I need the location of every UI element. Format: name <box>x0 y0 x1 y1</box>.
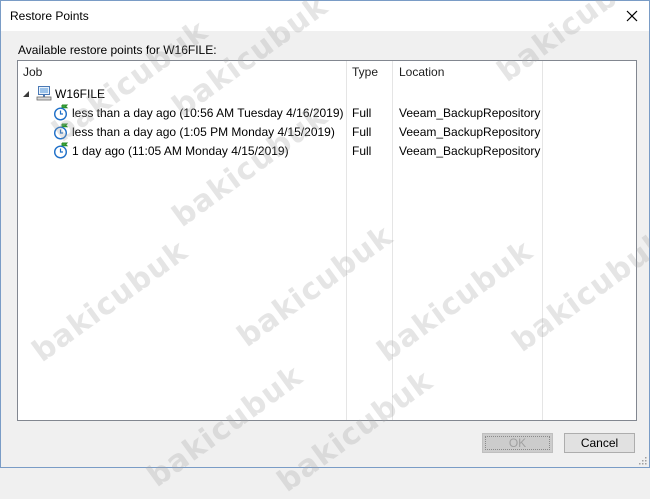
ok-button-label: OK <box>508 436 527 450</box>
grid-header: Job Type Location <box>18 61 636 83</box>
resize-grip-icon[interactable] <box>637 455 647 465</box>
restore-point-location: Veeam_BackupRepository <box>399 106 541 120</box>
restore-point-type: Full <box>352 125 372 139</box>
restore-point-type: Full <box>352 144 372 158</box>
restore-point-clock-icon <box>53 123 69 140</box>
close-icon <box>626 10 638 22</box>
restore-point-clock-icon <box>53 104 69 121</box>
column-header-location[interactable]: Location <box>399 65 444 79</box>
vm-server-icon <box>36 86 52 101</box>
restore-point-row[interactable]: 1 day ago (11:05 AM Monday 4/15/2019) Fu… <box>18 142 636 161</box>
restore-points-grid[interactable]: Job Type Location W16FILE less than a da… <box>17 60 637 421</box>
restore-point-type: Full <box>352 106 372 120</box>
title-bar[interactable]: Restore Points <box>1 1 649 31</box>
window-title: Restore Points <box>10 9 89 23</box>
cancel-button[interactable]: Cancel <box>564 433 635 453</box>
restore-point-row[interactable]: less than a day ago (10:56 AM Tuesday 4/… <box>18 104 636 123</box>
grid-caption: Available restore points for W16FILE: <box>18 43 217 57</box>
close-button[interactable] <box>615 1 649 31</box>
restore-point-label: 1 day ago (11:05 AM Monday 4/15/2019) <box>72 144 289 158</box>
restore-point-clock-icon <box>53 142 69 159</box>
ok-button[interactable]: OK <box>482 433 553 453</box>
collapse-triangle-icon[interactable] <box>22 90 30 98</box>
restore-point-label: less than a day ago (1:05 PM Monday 4/15… <box>72 125 335 139</box>
restore-point-location: Veeam_BackupRepository <box>399 125 541 139</box>
restore-point-row[interactable]: less than a day ago (1:05 PM Monday 4/15… <box>18 123 636 142</box>
vm-name: W16FILE <box>55 87 106 101</box>
tree-node-vm[interactable]: W16FILE <box>18 85 636 104</box>
cancel-button-label: Cancel <box>580 436 619 450</box>
column-header-type[interactable]: Type <box>352 65 378 79</box>
restore-point-location: Veeam_BackupRepository <box>399 144 541 158</box>
restore-points-dialog: Restore Points Available restore points … <box>0 0 650 499</box>
column-header-job[interactable]: Job <box>23 65 42 79</box>
restore-point-label: less than a day ago (10:56 AM Tuesday 4/… <box>72 106 344 120</box>
